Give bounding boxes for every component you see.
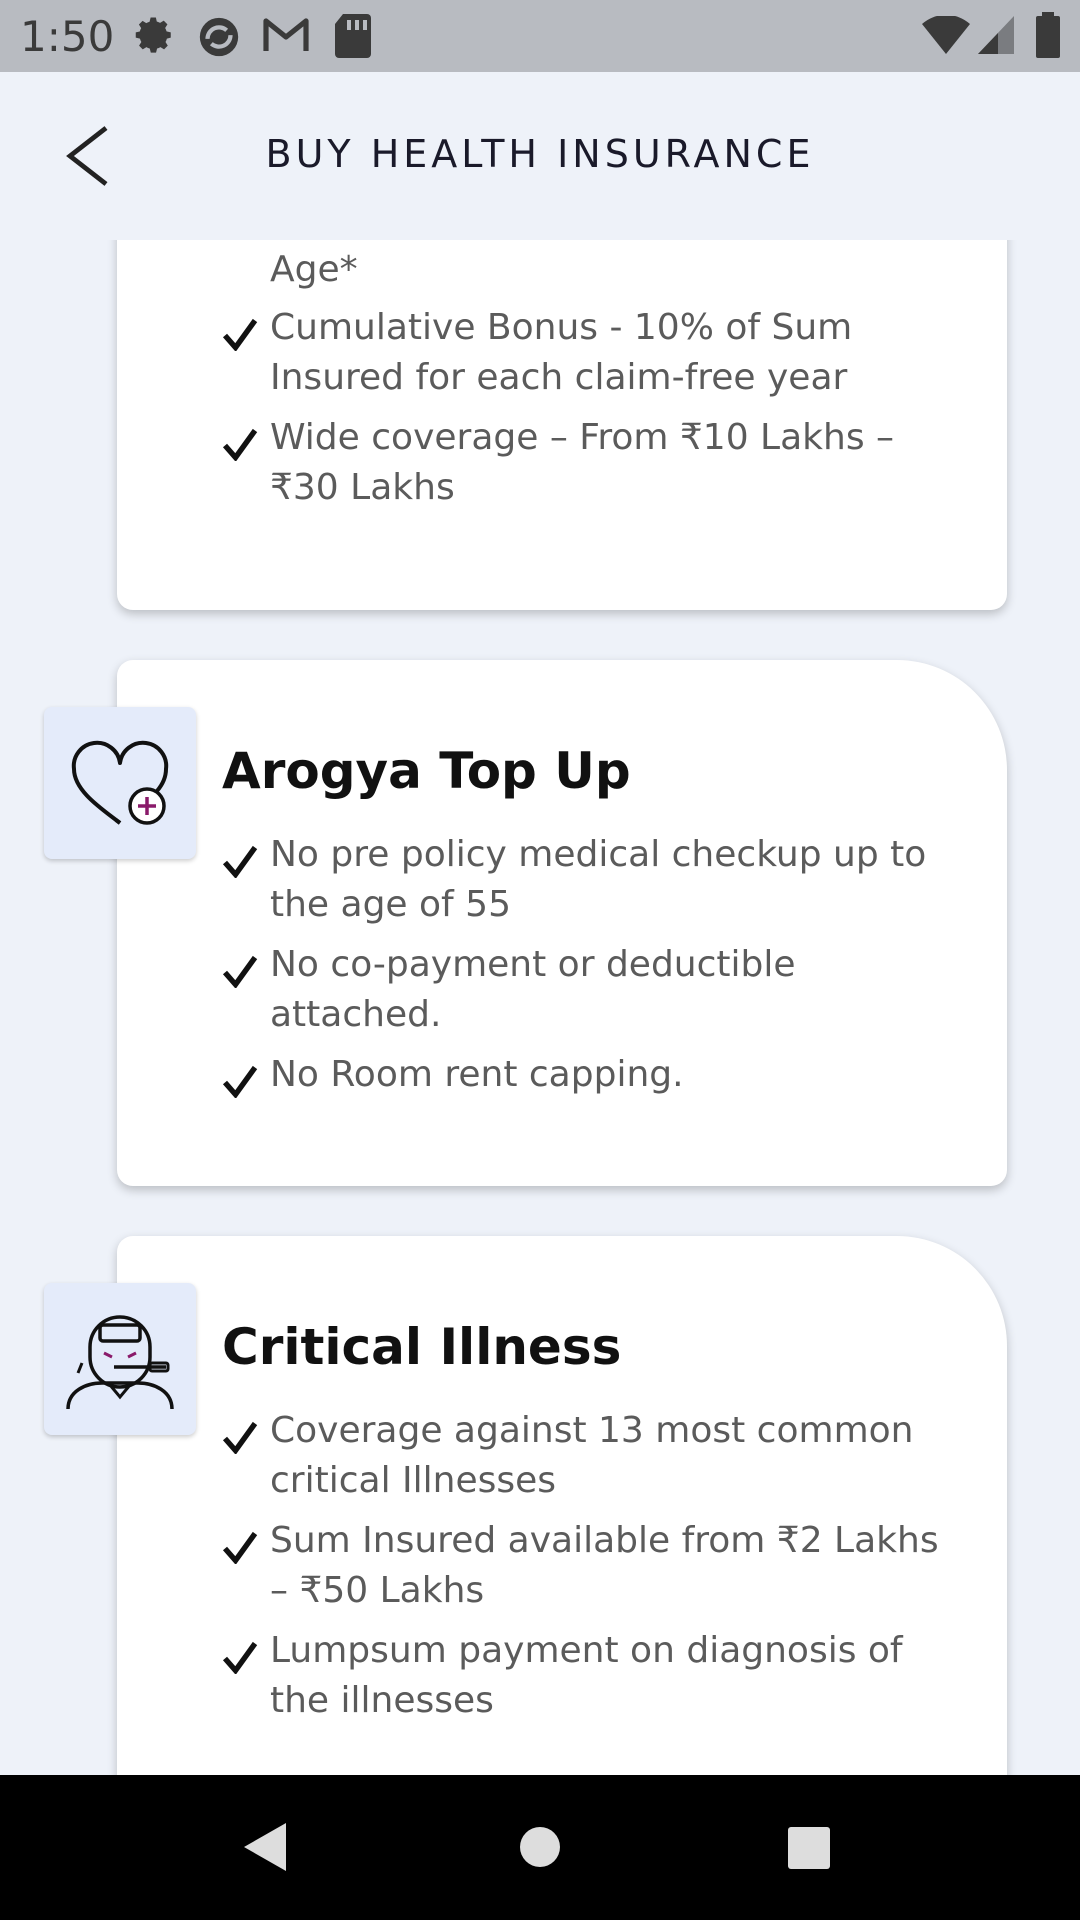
feature-list: Coverage against 13 most common critical… [222,1406,962,1736]
check-icon [222,428,258,461]
feature-text: Lumpsum payment on diagnosis of the illn… [270,1630,903,1721]
feature-list: No pre policy medical checkup up to the … [222,830,962,1110]
feature-text: Sum Insured available from ₹2 Lakhs – ₹5… [270,1520,939,1611]
feature-item: Coverage against 13 most common critical… [222,1406,962,1506]
insurance-plan-list[interactable]: Age* Cumulative Bonus - 10% of Sum Insur… [0,240,1080,1775]
status-bar: 1:50 [0,0,1080,72]
wifi-icon [922,16,970,54]
feature-text: No Room rent capping. [270,1054,684,1095]
check-icon [222,1421,258,1454]
feature-item: Age* [222,245,962,295]
feature-item: Sum Insured available from ₹2 Lakhs – ₹5… [222,1516,962,1616]
feature-item: No pre policy medical checkup up to the … [222,830,962,930]
cell-signal-icon [978,16,1014,54]
plan-title: Arogya Top Up [222,742,631,800]
check-icon [222,955,258,988]
feature-item: Wide coverage – From ₹10 Lakhs – ₹30 Lak… [222,413,962,513]
battery-icon [1036,12,1060,58]
feature-text: Wide coverage – From ₹10 Lakhs – ₹30 Lak… [270,417,895,508]
feature-text: Coverage against 13 most common critical… [270,1410,914,1501]
check-icon [222,1065,258,1098]
plan-title: Critical Illness [222,1318,622,1376]
card-body: Critical Illness Coverage against 13 mos… [117,1236,1007,1775]
check-icon [222,1531,258,1564]
sync-app-icon [199,17,239,57]
plan-card[interactable]: Age* Cumulative Bonus - 10% of Sum Insur… [117,240,1007,610]
sd-card-icon [335,14,371,58]
feature-item: Cumulative Bonus - 10% of Sum Insured fo… [222,303,962,403]
check-icon [222,318,258,351]
check-icon [222,845,258,878]
check-icon [222,1641,258,1674]
feature-text: No pre policy medical checkup up to the … [270,834,927,925]
system-nav-bar [0,1775,1080,1920]
gmail-icon [263,18,309,51]
feature-item: Lumpsum payment on diagnosis of the illn… [222,1626,962,1726]
feature-text: Age* [270,249,358,290]
feature-text: Cumulative Bonus - 10% of Sum Insured fo… [270,307,853,398]
feature-item: No Room rent capping. [222,1050,962,1100]
feature-text: No co-payment or deductible attached. [270,944,796,1035]
card-body: Arogya Top Up No pre policy medical chec… [117,660,1007,1186]
feature-item: No co-payment or deductible attached. [222,940,962,1040]
home-circle-icon[interactable] [518,1825,562,1869]
settings-icon [135,17,171,53]
app-header: BUY HEALTH INSURANCE [0,72,1080,240]
status-time: 1:50 [20,12,115,61]
recents-square-icon[interactable] [786,1825,832,1871]
feature-list: Age* Cumulative Bonus - 10% of Sum Insur… [222,245,962,523]
back-triangle-icon[interactable] [242,1821,288,1873]
page-title: BUY HEALTH INSURANCE [265,132,815,176]
